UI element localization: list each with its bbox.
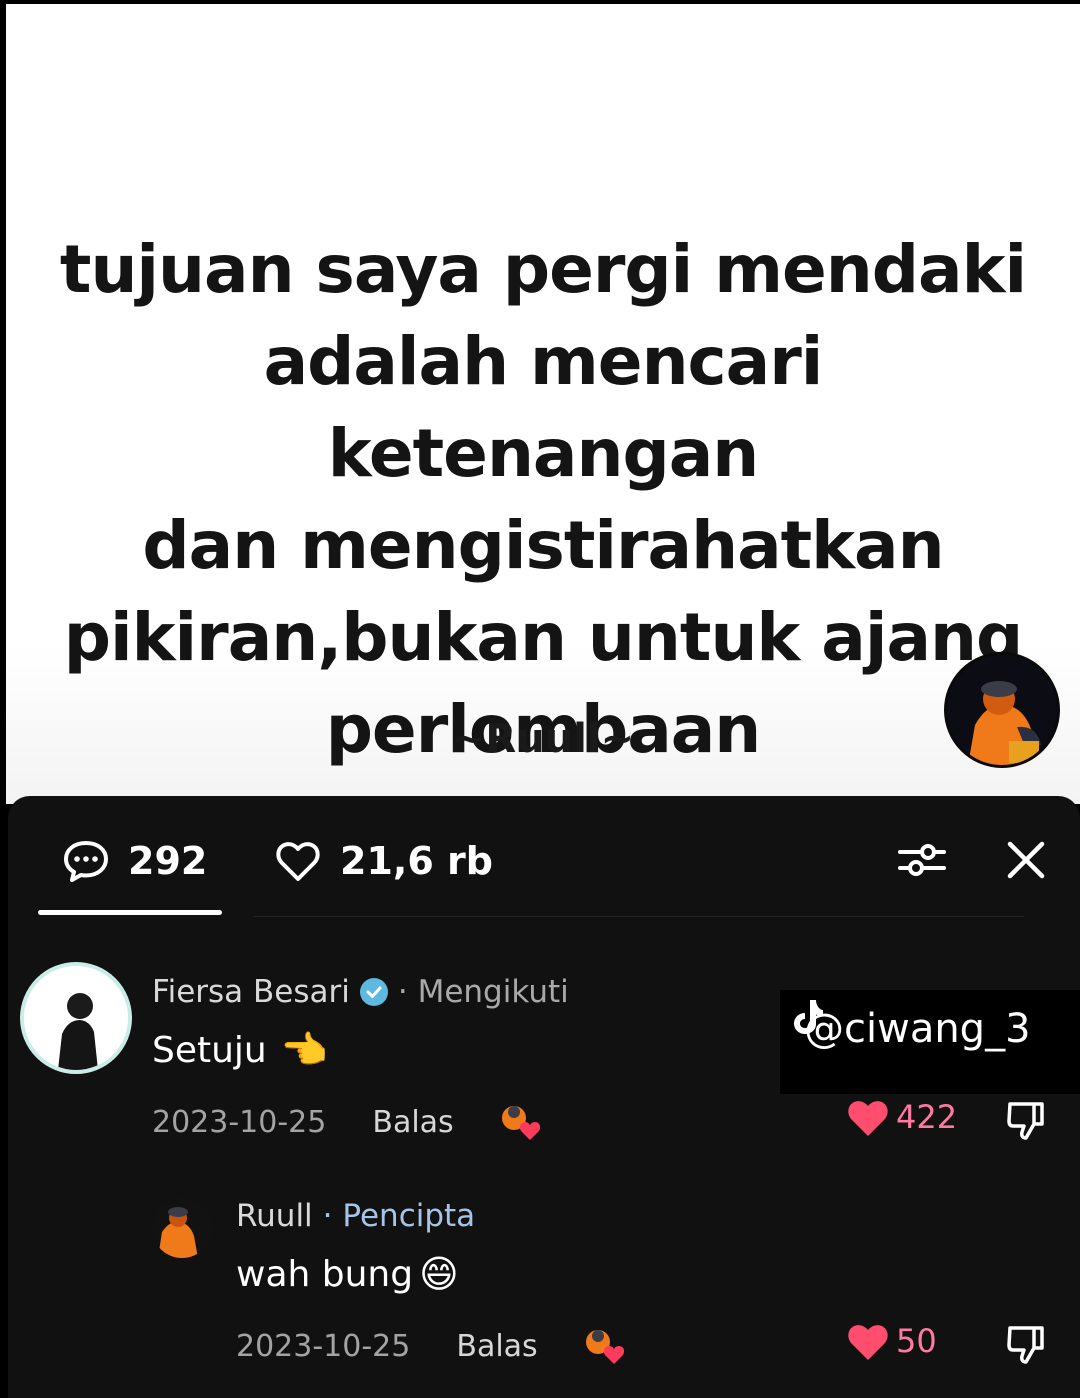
comment-date: 2023-10-25 [236, 1328, 411, 1364]
avatar-image [24, 966, 128, 1070]
creator-liked-icon [585, 1330, 624, 1364]
like-count: 50 [896, 1322, 937, 1360]
watermark-handle: @ciwang_3 [804, 1006, 1031, 1052]
quote-text: tujuan saya pergi mendaki adalah mencari… [46, 224, 1040, 776]
active-tab-indicator [38, 910, 222, 915]
tab-comments[interactable]: 292 [62, 836, 207, 886]
verified-badge-icon [359, 978, 388, 1006]
comment-header: Ruull · Pencipta [236, 1198, 475, 1234]
comment-tabs: 292 21,6 rb [8, 796, 1080, 920]
watermark-text: @ciwang_3 [790, 998, 1031, 1052]
quote-line: tujuan saya pergi mendaki [59, 231, 1027, 308]
dislike-icon[interactable] [1004, 1322, 1048, 1366]
comment-footer: 2023-10-25 Balas [236, 1324, 634, 1368]
comment-text: wah bung 😄 [236, 1252, 459, 1296]
comment-text-content: Setuju [152, 1030, 267, 1071]
comment-date: 2023-10-25 [152, 1104, 327, 1140]
quote-line: pikiran,bukan untuk ajang [63, 599, 1023, 676]
quote-signature: ~Ruull~ [451, 716, 635, 762]
comment-emoji: 😄 [419, 1252, 459, 1296]
comment-icon [64, 841, 108, 882]
avatar[interactable] [20, 962, 132, 1074]
comment-author[interactable]: Ruull [236, 1198, 313, 1234]
like-count: 422 [896, 1098, 958, 1136]
filter-sliders-icon[interactable] [896, 834, 948, 886]
comments-count: 292 [128, 839, 208, 883]
comment-emoji: 👈 [280, 1028, 329, 1072]
tab-divider [254, 916, 1024, 917]
tiktok-watermark: @ciwang_3 [780, 990, 1080, 1094]
comment-text-content: wah bung [236, 1253, 414, 1295]
like-button[interactable]: 50 [846, 1320, 937, 1362]
quote-image: tujuan saya pergi mendaki adalah mencari… [6, 4, 1080, 804]
comment-author-meta: · Mengikuti [397, 974, 569, 1010]
comment-text: Setuju 👈 [152, 1028, 328, 1073]
avatar-image [152, 1198, 212, 1258]
reply-button[interactable]: Balas [372, 1105, 453, 1140]
comment-author-meta: · Pencipta [322, 1198, 476, 1234]
reply-button[interactable]: Balas [456, 1329, 537, 1364]
checkmark-icon [366, 986, 382, 998]
quote-line: dan mengistirahatkan [142, 507, 944, 584]
comment-footer: 2023-10-25 Balas [152, 1100, 550, 1144]
heart-filled-icon [848, 1325, 888, 1360]
tab-likes[interactable]: 21,6 rb [274, 836, 493, 886]
heart-filled-icon [848, 1101, 888, 1136]
creator-liked-icon [501, 1106, 540, 1140]
heart-outline-icon [276, 842, 320, 881]
comment-author[interactable]: Fiersa Besari [152, 974, 350, 1010]
dislike-icon[interactable] [1004, 1098, 1048, 1142]
close-icon[interactable] [1000, 834, 1052, 886]
like-button[interactable]: 422 [846, 1096, 957, 1138]
creator-avatar[interactable] [944, 652, 1060, 768]
likes-count: 21,6 rb [340, 839, 493, 883]
comment-header: Fiersa Besari · Mengikuti [152, 974, 569, 1010]
quote-line: adalah mencari ketenangan [263, 323, 824, 492]
avatar[interactable] [152, 1198, 212, 1258]
